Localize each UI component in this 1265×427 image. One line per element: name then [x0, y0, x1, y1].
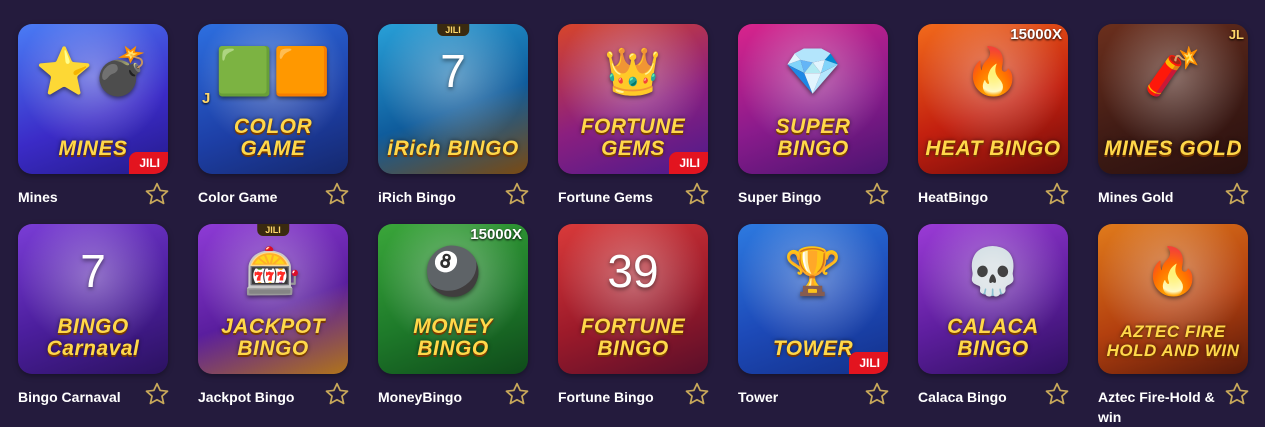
- game-grid: ⭐💣 MINES JILI Mines 🟩🟧 COLOR GAME J Color Game 7…: [18, 24, 1250, 427]
- game-thumbnail[interactable]: 💎 SUPER BINGO: [738, 24, 888, 174]
- game-thumbnail[interactable]: 39 FORTUNE BINGO: [558, 224, 708, 374]
- game-logo-text: iRich BINGO: [387, 137, 519, 160]
- jili-badge: JILI: [257, 224, 289, 236]
- game-card-mines-gold[interactable]: 🧨 MINES GOLD JL Mines Gold: [1098, 24, 1250, 224]
- game-card-fortune-gems[interactable]: 👑 FORTUNE GEMS JILI Fortune Gems: [558, 24, 710, 224]
- favorite-star-icon[interactable]: [684, 181, 710, 207]
- game-logo-text: BINGO Carnaval: [46, 315, 140, 360]
- game-thumbnail[interactable]: 🧨 MINES GOLD JL: [1098, 24, 1248, 174]
- game-card-moneybingo[interactable]: 🎱 MONEY BINGO 15000X MoneyBingo: [378, 224, 530, 424]
- game-art-icon: 7: [440, 45, 466, 97]
- game-art-icon: 🔥: [964, 45, 1022, 97]
- game-title[interactable]: Jackpot Bingo: [198, 387, 316, 407]
- game-logo-text: MONEY BINGO: [413, 315, 493, 360]
- game-thumbnail[interactable]: 👑 FORTUNE GEMS JILI: [558, 24, 708, 174]
- game-logo-text: AZTEC FIRE HOLD AND WIN: [1106, 322, 1240, 360]
- favorite-star-icon[interactable]: [324, 381, 350, 407]
- multiplier-badge: 15000X: [470, 226, 522, 243]
- game-art-icon: 🏆: [784, 245, 842, 297]
- game-thumbnail[interactable]: 🎱 MONEY BINGO 15000X: [378, 224, 528, 374]
- game-card-jackpot-bingo[interactable]: 🎰 JACKPOT BINGO JILI Jackpot Bingo: [198, 224, 350, 424]
- favorite-star-icon[interactable]: [504, 181, 530, 207]
- game-art-icon: ⭐💣: [35, 45, 151, 97]
- game-title[interactable]: MoneyBingo: [378, 387, 496, 407]
- multiplier-badge: 15000X: [1010, 26, 1062, 43]
- favorite-star-icon[interactable]: [864, 381, 890, 407]
- game-card-aztec-fire-hold-win[interactable]: 🔥 AZTEC FIRE HOLD AND WIN Aztec Fire-Hold …: [1098, 224, 1250, 427]
- game-art-icon: 💎: [784, 45, 842, 97]
- game-logo-text: FORTUNE BINGO: [580, 315, 686, 360]
- game-thumbnail[interactable]: 7 BINGO Carnaval: [18, 224, 168, 374]
- favorite-star-icon[interactable]: [684, 381, 710, 407]
- game-title[interactable]: Mines: [18, 187, 136, 207]
- game-art-icon: 🔥: [1144, 245, 1202, 297]
- jili-badge: JILI: [669, 152, 708, 174]
- game-logo-text: MINES GOLD: [1104, 137, 1243, 160]
- game-title[interactable]: Tower: [738, 387, 856, 407]
- jili-badge: JILI: [849, 352, 888, 374]
- favorite-star-icon[interactable]: [144, 381, 170, 407]
- favorite-star-icon[interactable]: [324, 181, 350, 207]
- game-card-super-bingo[interactable]: 💎 SUPER BINGO Super Bingo: [738, 24, 890, 224]
- game-title[interactable]: Bingo Carnaval: [18, 387, 136, 407]
- game-title[interactable]: Aztec Fire-Hold & win: [1098, 387, 1216, 427]
- game-logo-text: HEAT BINGO: [925, 137, 1061, 160]
- game-card-heatbingo[interactable]: 🔥 HEAT BINGO 15000X HeatBingo: [918, 24, 1070, 224]
- jili-badge: JL: [1228, 27, 1244, 42]
- game-art-icon: 💀: [964, 245, 1022, 297]
- game-title[interactable]: Mines Gold: [1098, 187, 1216, 207]
- game-thumbnail[interactable]: 🔥 AZTEC FIRE HOLD AND WIN: [1098, 224, 1248, 374]
- game-thumbnail[interactable]: ⭐💣 MINES JILI: [18, 24, 168, 174]
- game-thumbnail[interactable]: 🏆 TOWER JILI: [738, 224, 888, 374]
- game-thumbnail[interactable]: 🔥 HEAT BINGO 15000X: [918, 24, 1068, 174]
- game-card-color-game[interactable]: 🟩🟧 COLOR GAME J Color Game: [198, 24, 350, 224]
- game-logo-text: COLOR GAME: [233, 115, 313, 160]
- favorite-star-icon[interactable]: [1044, 381, 1070, 407]
- favorite-star-icon[interactable]: [1224, 181, 1250, 207]
- game-art-icon: 🧨: [1144, 45, 1202, 97]
- game-title[interactable]: Color Game: [198, 187, 316, 207]
- game-title[interactable]: Fortune Bingo: [558, 387, 676, 407]
- game-card-tower[interactable]: 🏆 TOWER JILI Tower: [738, 224, 890, 424]
- game-card-bingo-carnaval[interactable]: 7 BINGO Carnaval Bingo Carnaval: [18, 224, 170, 424]
- game-thumbnail[interactable]: 🟩🟧 COLOR GAME J: [198, 24, 348, 174]
- game-art-icon: 🎰: [244, 245, 302, 297]
- game-logo-text: JACKPOT BINGO: [221, 315, 325, 360]
- game-art-icon: 🟩🟧: [215, 45, 331, 97]
- game-art-icon: 👑: [604, 45, 662, 97]
- game-title[interactable]: HeatBingo: [918, 187, 1036, 207]
- game-title[interactable]: Super Bingo: [738, 187, 856, 207]
- game-logo-text: SUPER BINGO: [775, 115, 851, 160]
- game-art-icon: 39: [607, 245, 659, 297]
- jili-badge: JILI: [437, 24, 469, 36]
- game-title[interactable]: Calaca Bingo: [918, 387, 1036, 407]
- game-card-calaca-bingo[interactable]: 💀 CALACA BINGO Calaca Bingo: [918, 224, 1070, 424]
- game-thumbnail[interactable]: 7 iRich BINGO JILI: [378, 24, 528, 174]
- game-logo-text: CALACA BINGO: [947, 315, 1039, 360]
- favorite-star-icon[interactable]: [504, 381, 530, 407]
- jili-badge: JILI: [129, 152, 168, 174]
- game-thumbnail[interactable]: 🎰 JACKPOT BINGO JILI: [198, 224, 348, 374]
- favorite-star-icon[interactable]: [1224, 381, 1250, 407]
- game-title[interactable]: Fortune Gems: [558, 187, 676, 207]
- game-thumbnail[interactable]: 💀 CALACA BINGO: [918, 224, 1068, 374]
- favorite-star-icon[interactable]: [1044, 181, 1070, 207]
- game-card-irich-bingo[interactable]: 7 iRich BINGO JILI iRich Bingo: [378, 24, 530, 224]
- game-art-icon: 7: [80, 245, 106, 297]
- favorite-star-icon[interactable]: [144, 181, 170, 207]
- favorite-star-icon[interactable]: [864, 181, 890, 207]
- game-card-fortune-bingo[interactable]: 39 FORTUNE BINGO Fortune Bingo: [558, 224, 710, 424]
- game-card-mines[interactable]: ⭐💣 MINES JILI Mines: [18, 24, 170, 224]
- game-art-icon: 🎱: [424, 245, 482, 297]
- game-title[interactable]: iRich Bingo: [378, 187, 496, 207]
- jili-badge: J: [202, 90, 211, 107]
